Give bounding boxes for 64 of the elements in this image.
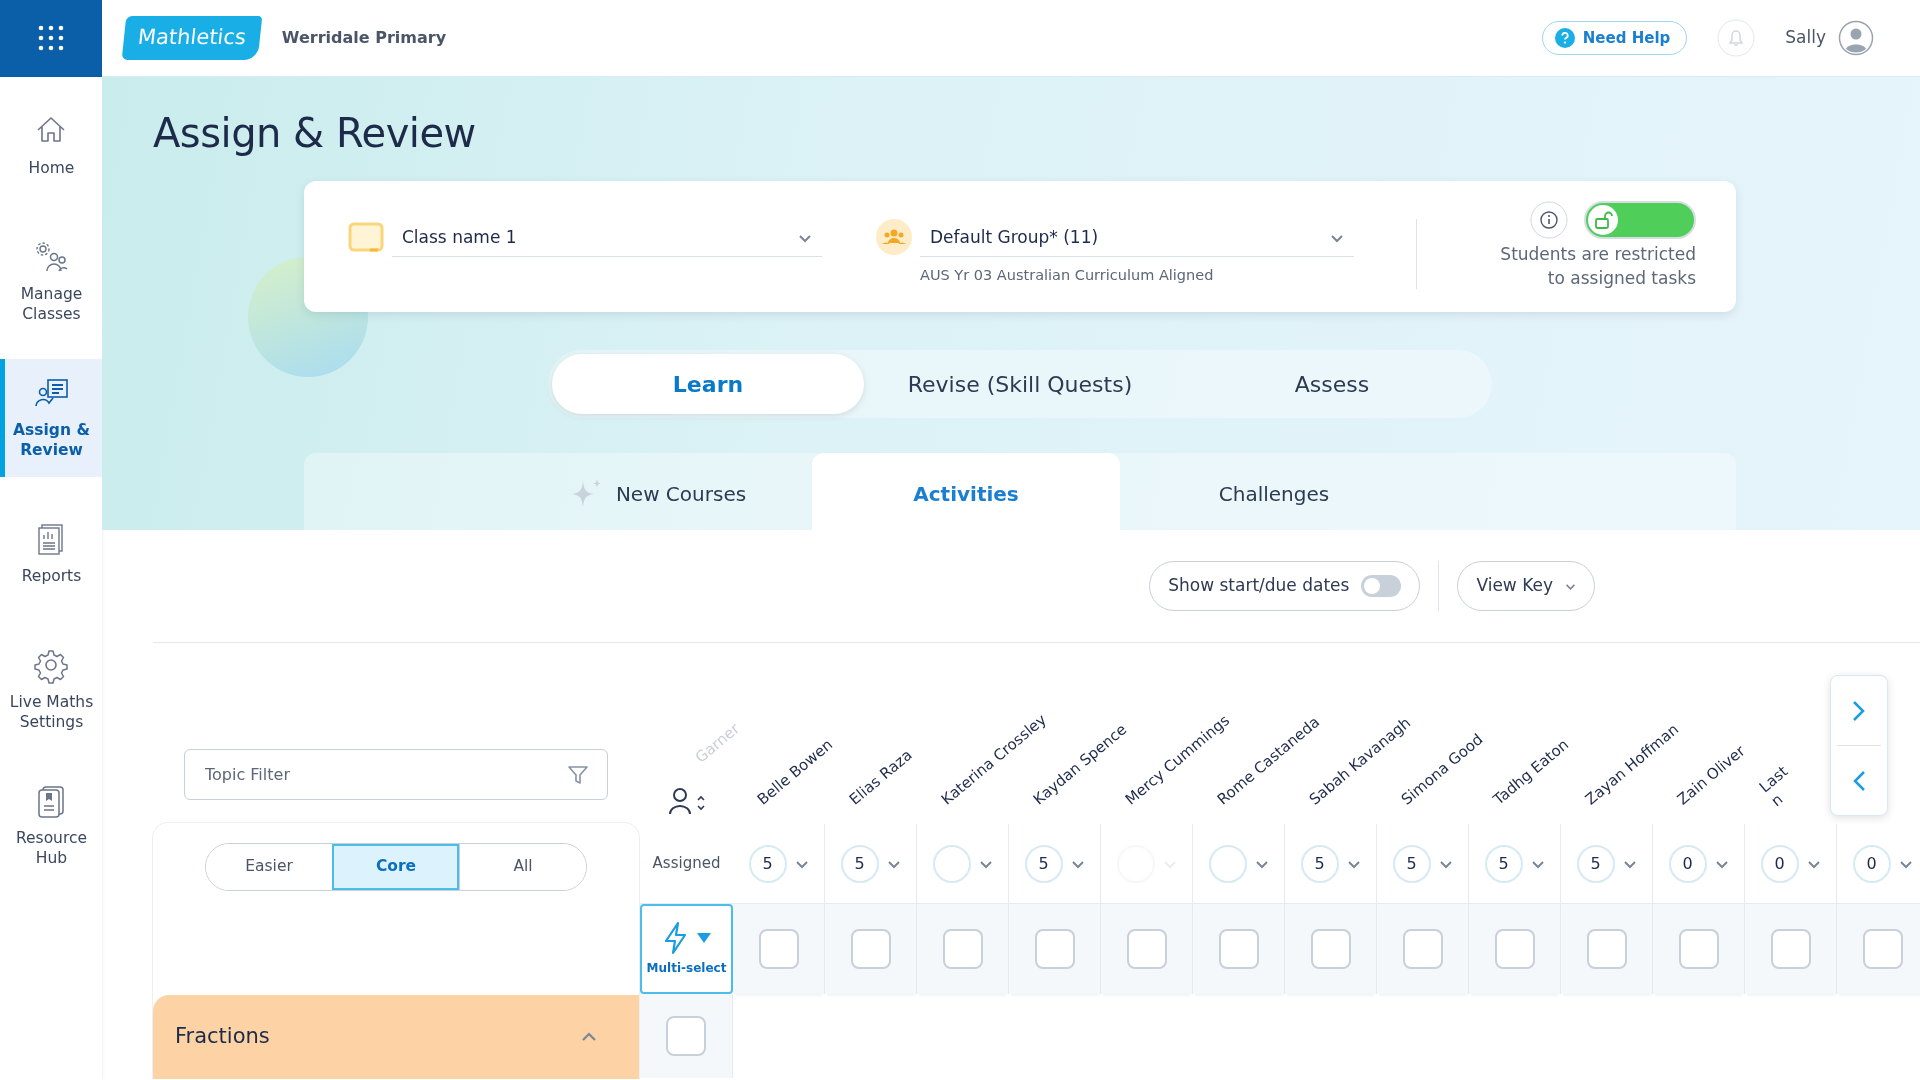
help-button[interactable]: Need Help <box>1541 20 1688 56</box>
checkbox[interactable] <box>666 1016 706 1056</box>
chevron-left-icon <box>1851 768 1867 793</box>
user-name: Sally <box>1785 26 1826 50</box>
sidebar-item[interactable]: Reports <box>0 495 102 613</box>
tab[interactable]: Revise (Skill Quests) <box>864 354 1176 414</box>
info-icon[interactable] <box>1530 201 1568 239</box>
sidebar-item[interactable]: Resource Hub <box>0 767 102 885</box>
chevron-up-icon <box>581 1032 597 1042</box>
checkbox[interactable] <box>850 929 891 969</box>
row-label: Assigned <box>652 853 721 875</box>
class-dropdown[interactable]: Class name 1 <box>392 219 822 257</box>
tab[interactable]: New Courses <box>504 453 812 535</box>
group-icon <box>876 219 912 255</box>
tab[interactable]: Challenges <box>1120 453 1428 535</box>
logo: Mathletics <box>121 16 263 60</box>
sidebar-item[interactable]: Live Maths Settings <box>0 631 102 749</box>
filter-icon <box>567 763 589 786</box>
school-name: Werridale Primary <box>281 27 447 49</box>
sidebar-item[interactable]: Manage Classes <box>0 223 102 341</box>
checkbox[interactable] <box>1310 929 1351 969</box>
checkbox[interactable] <box>1494 929 1535 969</box>
caret-icon <box>696 933 711 943</box>
restriction-note: Students are restricted to assigned tasks <box>1499 243 1696 290</box>
class-icon <box>348 222 384 254</box>
topic-filter-input[interactable]: Topic Filter <box>203 761 567 788</box>
assigned-dropdown[interactable] <box>932 844 993 883</box>
lightning-icon <box>662 921 689 955</box>
restrict-toggle[interactable] <box>1584 201 1696 239</box>
checkbox[interactable] <box>942 929 983 969</box>
apps-menu-button[interactable] <box>0 0 102 77</box>
group-dropdown[interactable]: Default Group* (11) <box>920 219 1354 257</box>
difficulty-option[interactable]: All <box>459 844 586 890</box>
checkbox[interactable] <box>1770 929 1811 969</box>
multi-select-button[interactable]: Multi-select <box>640 904 733 994</box>
avatar-icon[interactable] <box>1838 20 1874 56</box>
checkbox[interactable] <box>1586 929 1627 969</box>
assigned-dropdown[interactable] <box>1208 844 1269 883</box>
student-name: Last n <box>1755 761 1793 810</box>
checkbox[interactable] <box>1862 929 1903 969</box>
tab[interactable]: Assess <box>1176 354 1488 414</box>
page-title: Assign & Review <box>153 109 477 158</box>
topic-title: Fractions <box>175 1023 270 1051</box>
gear-icon <box>33 647 70 684</box>
checkbox[interactable] <box>1218 929 1259 969</box>
chevron-right-icon <box>1851 698 1867 723</box>
difficulty-option[interactable]: Core <box>332 844 459 890</box>
curriculum-label: AUS Yr 03 Australian Curriculum Aligned <box>920 266 1215 285</box>
checkbox[interactable] <box>1678 929 1719 969</box>
view-key-button[interactable]: View Key <box>1457 561 1595 611</box>
help-icon <box>1554 28 1575 48</box>
sidebar-item[interactable]: Home <box>0 87 102 205</box>
dates-toggle[interactable]: Show start/due dates <box>1149 561 1421 611</box>
sidebar-item[interactable]: Assign & Review <box>0 359 102 477</box>
unlocked-padlock-icon <box>1593 210 1613 230</box>
bell-icon[interactable] <box>1717 19 1756 57</box>
topic-filter-field[interactable]: Topic Filter <box>184 749 608 800</box>
topic-header[interactable]: Fractions <box>153 995 639 1079</box>
checkbox[interactable] <box>758 929 799 969</box>
tab[interactable]: Learn <box>552 354 864 414</box>
checkbox[interactable] <box>1034 929 1075 969</box>
apps-grid-icon <box>37 24 65 52</box>
checkbox[interactable] <box>1402 929 1443 969</box>
toggle-switch[interactable] <box>1361 575 1402 597</box>
